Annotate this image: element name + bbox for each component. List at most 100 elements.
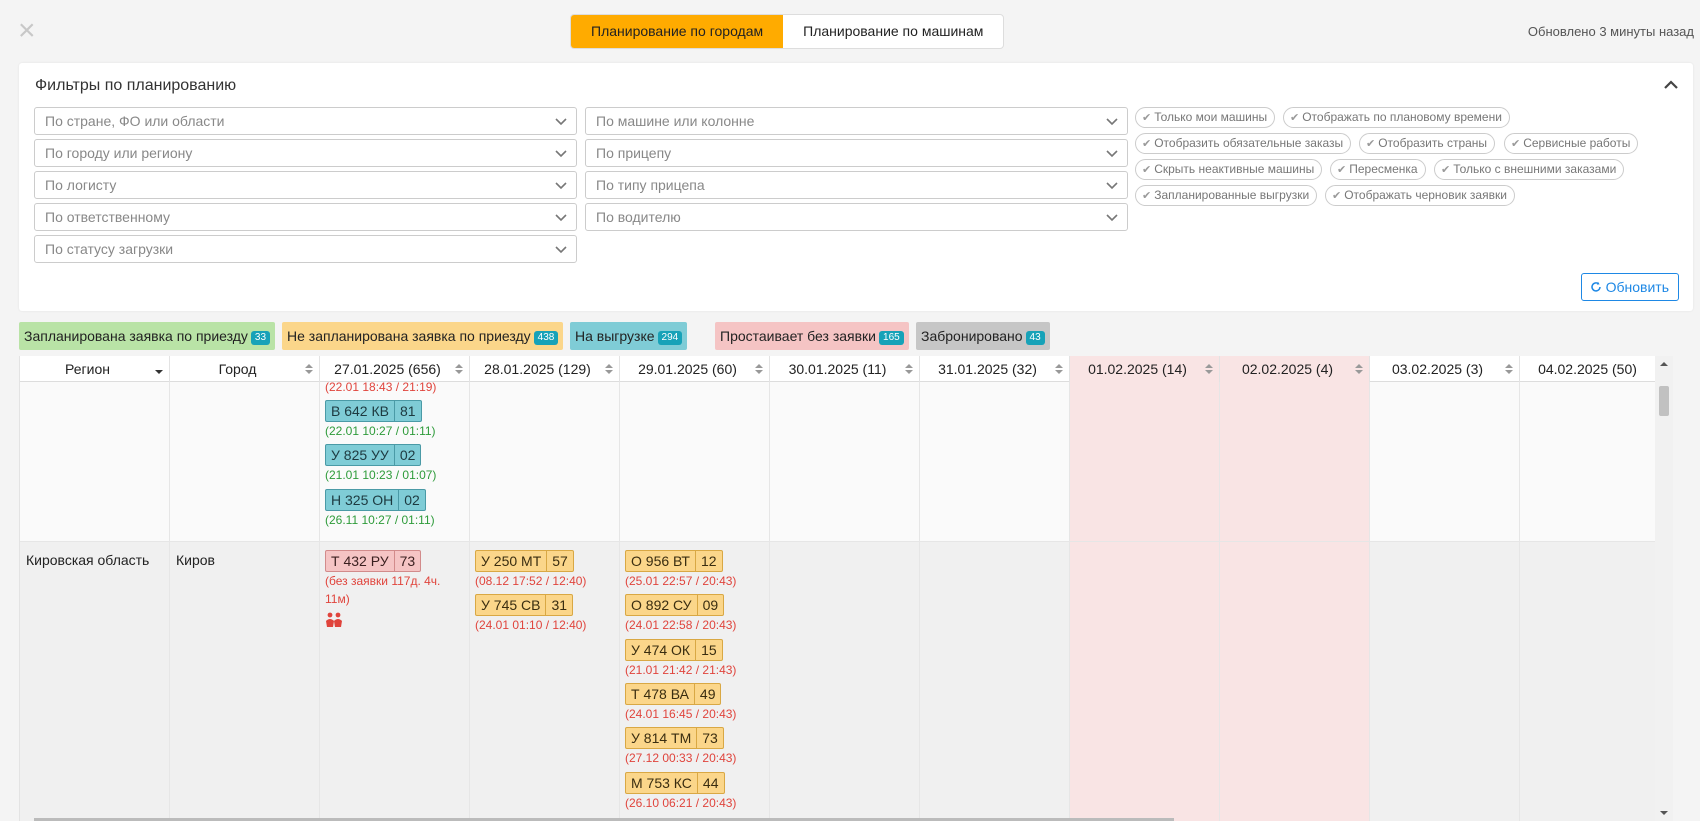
truck-card[interactable]: М 753 КС 44: [625, 772, 725, 794]
sort-icon: [455, 364, 463, 374]
sort-icon: [1205, 364, 1213, 374]
column-header-date-weekend[interactable]: 02.02.2025 (4): [1220, 356, 1370, 382]
truck-card[interactable]: У 814 ТМ 73: [625, 727, 724, 749]
truck-info: (08.12 17:52 / 12:40): [475, 574, 587, 588]
table-cell: [770, 382, 920, 541]
column-header-date[interactable]: 04.02.2025 (50): [1520, 356, 1670, 382]
truck-info: (21.01 21:42 / 21:43): [625, 663, 737, 677]
legend-planned-arrival[interactable]: Запланирована заявка по приезду 33: [19, 322, 276, 350]
column-header-date[interactable]: 31.01.2025 (32): [920, 356, 1070, 382]
responsible-filter-select[interactable]: По ответственному: [34, 203, 577, 231]
column-header-city[interactable]: Город: [170, 356, 320, 382]
scroll-up-icon[interactable]: [1659, 359, 1669, 369]
table-cell: Киров: [170, 542, 320, 821]
refresh-button[interactable]: Обновить: [1580, 273, 1679, 301]
truck-card[interactable]: О 892 СУ 09: [625, 594, 725, 616]
truck-card[interactable]: О 956 ВТ 12: [625, 550, 723, 572]
column-header-date[interactable]: 28.01.2025 (129): [470, 356, 620, 382]
truck-card[interactable]: У 250 МТ 57: [475, 550, 574, 572]
legend-count-badge: 165: [879, 331, 904, 345]
driver-filter-select[interactable]: По водителю: [585, 203, 1128, 231]
legend-booked[interactable]: Забронировано 43: [916, 322, 1050, 350]
table-cell: У 250 МТ 57 (08.12 17:52 / 12:40) У 745 С…: [470, 542, 620, 821]
chevron-down-icon: [1106, 150, 1118, 158]
truck-info: (27.12 00:33 / 20:43): [625, 751, 737, 765]
column-header-date[interactable]: 03.02.2025 (3): [1370, 356, 1520, 382]
chevron-up-icon[interactable]: [1661, 75, 1681, 95]
column-header-region[interactable]: Регион: [20, 356, 170, 382]
tab-plan-by-trucks[interactable]: Планирование по машинам: [783, 15, 1003, 48]
column-header-date[interactable]: 27.01.2025 (656): [320, 356, 470, 382]
filters-panel: Фильтры по планированию По стране, ФО ил…: [19, 63, 1693, 311]
chip-mandatory-orders[interactable]: ✔ Отобразить обязательные заказы: [1135, 133, 1352, 154]
column-header-date[interactable]: 29.01.2025 (60): [620, 356, 770, 382]
logist-filter-select[interactable]: По логисту: [34, 171, 577, 199]
city-filter-select[interactable]: По городу или региону: [34, 139, 577, 167]
truck-card[interactable]: У 825 УУ 02: [325, 444, 422, 466]
chip-hide-inactive[interactable]: ✔ Скрыть неактивные машины: [1135, 159, 1323, 180]
check-icon: ✔: [1337, 164, 1347, 176]
scrollbar-thumb[interactable]: [1659, 386, 1669, 416]
chip-external-orders[interactable]: ✔ Только с внешними заказами: [1434, 159, 1625, 180]
table-cell: [1370, 542, 1520, 821]
planning-table: Регион Город 27.01.2025 (656) 28.01.2025…: [19, 356, 1673, 821]
load-status-filter-select[interactable]: По статусу загрузки: [34, 235, 577, 263]
column-header-date[interactable]: 30.01.2025 (11): [770, 356, 920, 382]
truck-card[interactable]: Н 325 ОН 02: [325, 489, 426, 511]
region-name: Кировская область: [26, 552, 150, 568]
chip-shift-change[interactable]: ✔ Пересменка: [1330, 159, 1426, 180]
chip-draft-order[interactable]: ✔ Отображать черновик заявки: [1325, 185, 1515, 206]
check-icon: ✔: [1290, 112, 1300, 124]
truck-filter-select[interactable]: По машине или колонне: [585, 107, 1128, 135]
table-row: Кировская область Киров Т 432 РУ 73 (без …: [20, 542, 1673, 821]
chevron-down-icon: [555, 214, 567, 222]
check-icon: ✔: [1441, 164, 1451, 176]
trailer-filter-select[interactable]: По прицепу: [585, 139, 1128, 167]
table-cell: [1220, 382, 1370, 541]
truck-card[interactable]: У 474 ОК 15: [625, 639, 723, 661]
table-cell: [620, 382, 770, 541]
sort-icon: [605, 364, 613, 374]
legend-idle-no-order[interactable]: Простаивает без заявки 165: [715, 322, 909, 350]
truck-info: (24.01 22:58 / 20:43): [625, 618, 737, 632]
table-cell: (22.01 18:43 / 21:19) В 642 КВ 81 (22.01 …: [320, 380, 470, 541]
table-row: (22.01 18:43 / 21:19) В 642 КВ 81 (22.01 …: [20, 380, 1673, 542]
table-cell: [1520, 382, 1670, 541]
chip-only-my-trucks[interactable]: ✔ Только мои машины: [1135, 107, 1276, 128]
chip-planned-unloads[interactable]: ✔ Запланированные выгрузки: [1135, 185, 1318, 206]
close-icon[interactable]: ×: [18, 16, 40, 46]
legend-count-badge: 438: [533, 331, 559, 345]
drivers-icon: [326, 612, 342, 627]
chevron-down-icon: [555, 118, 567, 126]
truck-info: (22.01 18:43 / 21:19): [325, 380, 437, 394]
check-icon: ✔: [1332, 190, 1342, 202]
table-cell: [470, 382, 620, 541]
chip-plan-time[interactable]: ✔ Отображать по плановому времени: [1283, 107, 1510, 128]
column-header-date-weekend[interactable]: 01.02.2025 (14): [1070, 356, 1220, 382]
chevron-down-icon: [555, 246, 567, 254]
legend-count-badge: 43: [1025, 331, 1045, 345]
sort-icon: [1505, 364, 1513, 374]
table-cell: Кировская область: [20, 542, 170, 821]
truck-card[interactable]: Т 478 ВА 49: [625, 683, 722, 705]
table-cell: [20, 382, 170, 541]
chip-show-countries[interactable]: ✔ Отобразить страны: [1359, 133, 1496, 154]
chip-service-works[interactable]: ✔ Сервисные работы: [1504, 133, 1639, 154]
tab-plan-by-cities[interactable]: Планирование по городам: [571, 15, 784, 48]
chevron-down-icon: [1106, 182, 1118, 190]
legend-unplanned-arrival[interactable]: Не запланирована заявка по приезду 438: [282, 322, 564, 350]
refresh-icon: [1590, 281, 1601, 292]
check-icon: ✔: [1142, 164, 1152, 176]
city-name: Киров: [176, 552, 215, 568]
truck-info: (без заявки 117д. 4ч.: [325, 574, 441, 588]
check-icon: ✔: [1142, 112, 1152, 124]
sort-icon: [1055, 364, 1063, 374]
vertical-scrollbar[interactable]: [1655, 356, 1673, 821]
trailer-type-filter-select[interactable]: По типу прицепа: [585, 171, 1128, 199]
country-filter-select[interactable]: По стране, ФО или области: [34, 107, 577, 135]
truck-card[interactable]: В 642 КВ 81: [325, 400, 422, 422]
legend-unloading[interactable]: На выгрузке 294: [570, 322, 688, 350]
truck-card[interactable]: Т 432 РУ 73: [325, 550, 422, 572]
truck-card[interactable]: У 745 СВ 31: [475, 594, 574, 616]
scroll-down-icon[interactable]: [1659, 808, 1669, 818]
